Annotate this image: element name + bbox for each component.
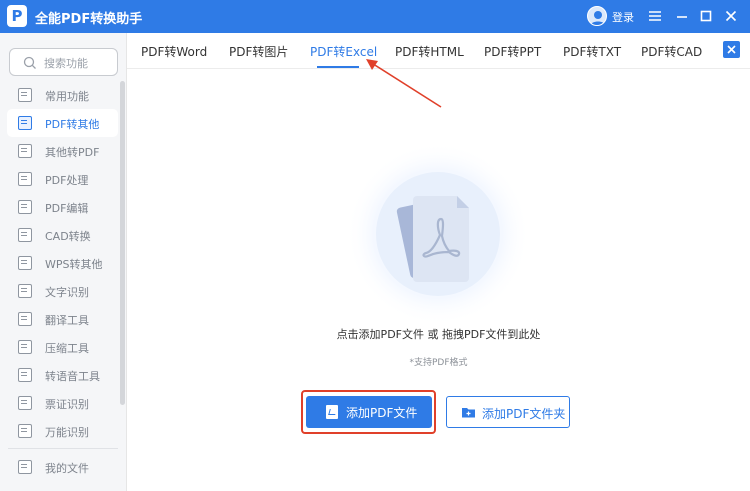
- annotation-arrow-icon: [366, 59, 442, 108]
